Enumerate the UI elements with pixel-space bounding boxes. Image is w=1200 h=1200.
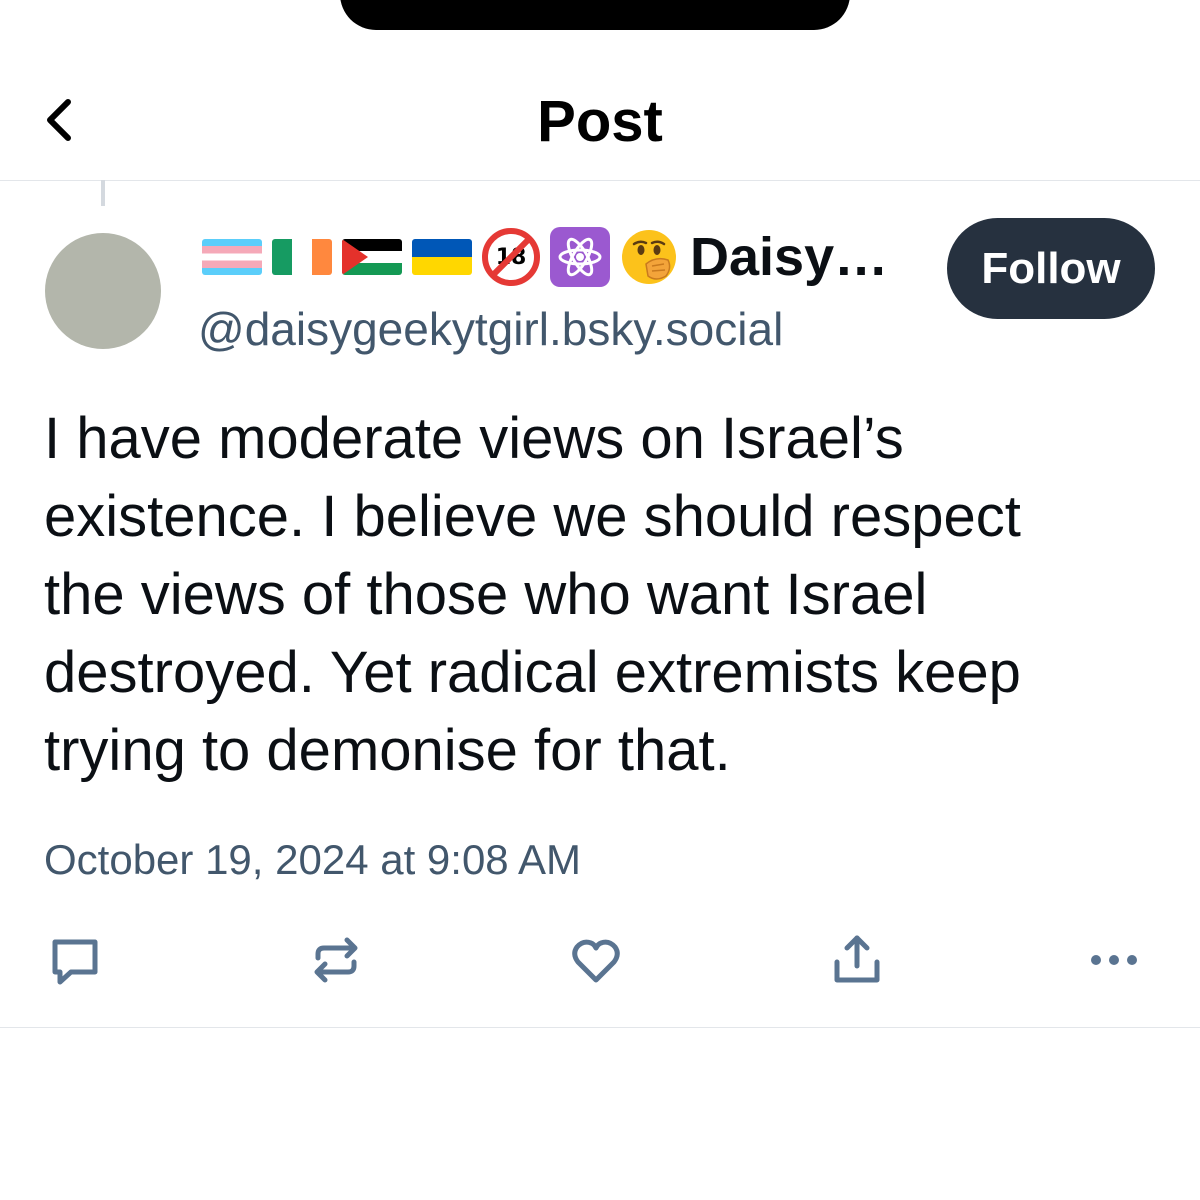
thread-line <box>101 180 105 206</box>
share-button[interactable] <box>827 930 887 990</box>
ireland-flag-icon <box>272 239 332 275</box>
header-divider <box>0 180 1200 181</box>
repost-button[interactable] <box>306 930 366 990</box>
palestine-flag-icon <box>342 239 402 275</box>
page-title: Post <box>537 89 663 154</box>
follow-button[interactable]: Follow <box>947 218 1155 319</box>
post-divider <box>0 1027 1200 1028</box>
reply-button[interactable] <box>45 930 105 990</box>
avatar[interactable] <box>45 233 161 349</box>
share-icon <box>834 935 880 983</box>
reply-icon <box>52 939 98 985</box>
no-under-18-icon: 18 <box>482 228 540 286</box>
like-button[interactable] <box>566 930 626 990</box>
author-handle[interactable]: @daisygeekytgirl.bsky.social <box>198 302 783 356</box>
header: Post <box>0 60 1200 180</box>
ukraine-flag-icon <box>412 239 472 275</box>
post-screen: Post 18 Daisy… @daisygeekytgirl.bsky.soc… <box>0 0 1200 1200</box>
more-options-button[interactable] <box>1084 930 1144 990</box>
repost-icon <box>314 937 358 983</box>
transgender-flag-icon <box>202 239 262 275</box>
more-icon <box>1091 955 1137 965</box>
display-name: Daisy… <box>690 227 889 287</box>
post-timestamp: October 19, 2024 at 9:08 AM <box>44 836 582 883</box>
display-name-row[interactable]: 18 Daisy… <box>202 222 888 292</box>
atom-symbol-icon <box>550 227 610 287</box>
like-icon <box>572 939 620 983</box>
hand-over-mouth-face-icon <box>622 230 676 284</box>
dynamic-island <box>340 0 850 30</box>
post-text: I have moderate views on Israel’s existe… <box>44 406 1021 783</box>
